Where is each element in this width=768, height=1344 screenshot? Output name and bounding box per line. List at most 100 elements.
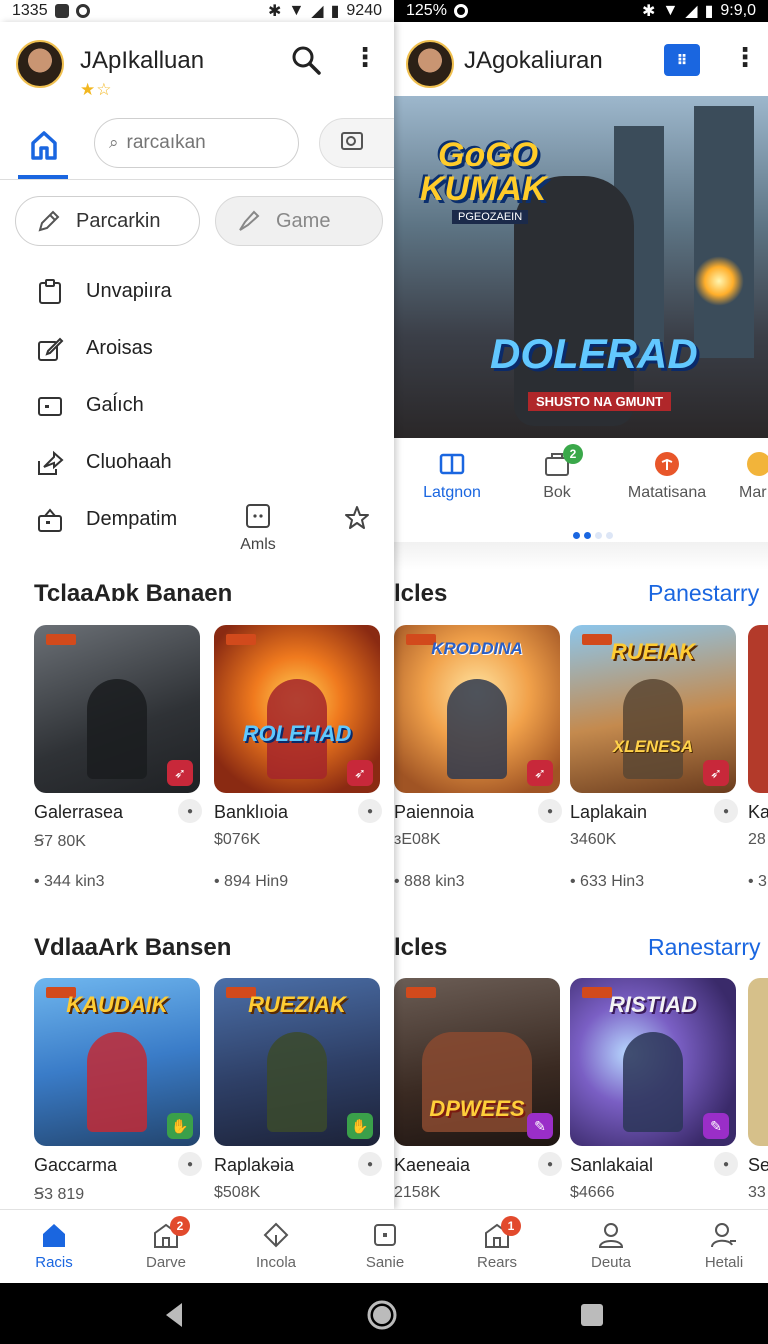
- card-menu-icon[interactable]: ●: [358, 1152, 382, 1176]
- profile-avatar[interactable]: [16, 40, 64, 88]
- target-icon: [653, 450, 681, 478]
- pager-dot: [595, 532, 602, 539]
- star-icon[interactable]: [343, 504, 371, 532]
- nav-item-hetali[interactable]: Hetali: [684, 1220, 764, 1271]
- menu-list: Unvapiıra Aroisas Gaĺıch Cluohaah Dempat…: [0, 263, 394, 548]
- top-app-bar: JApIkalluan ★☆ ⋮: [0, 22, 394, 99]
- person-icon: [596, 1220, 626, 1250]
- back-icon[interactable]: [158, 1299, 190, 1331]
- game-card[interactable]: ➶ Galerrasea ● Ꞩ7 80K • 344 kin3: [34, 625, 202, 890]
- game-thumbnail: ➶: [34, 625, 200, 793]
- card-menu-icon[interactable]: ●: [714, 1152, 738, 1176]
- search-icon: ⌕: [109, 133, 119, 152]
- game-card[interactable]: RUEIAK XLENESA ➶ Laplakain ● 3460K • 633…: [570, 625, 738, 890]
- more-options-icon[interactable]: ⋮: [732, 44, 758, 70]
- card-menu-icon[interactable]: ●: [538, 799, 562, 823]
- wifi-icon: ▼: [662, 2, 679, 19]
- card-price: ᴈE08K: [394, 831, 441, 848]
- square-icon: [370, 1220, 400, 1250]
- pencil-icon: [36, 208, 62, 234]
- bag-icon: 2: [543, 444, 583, 478]
- nav-badge: 1: [501, 1216, 521, 1236]
- card-price: Ꞩ7 80K: [34, 833, 86, 850]
- category-matatisana[interactable]: Matatisana: [622, 450, 712, 502]
- menu-item-aroisas[interactable]: Aroisas: [0, 320, 394, 377]
- game-thumbnail: RISTIAD ✎: [570, 978, 736, 1146]
- menu-item-cluohaah[interactable]: Cluohaah: [0, 434, 394, 491]
- game-card-partial[interactable]: Ka 28 • 3: [748, 625, 768, 905]
- game-card[interactable]: DPWEES ✎ Kaeneaia ● 2158K: [394, 978, 562, 1201]
- nav-label: Racis: [35, 1254, 73, 1271]
- nav-item-racis[interactable]: Racis: [14, 1220, 94, 1271]
- art-text: RISTIAD: [609, 992, 697, 1017]
- status-bar-right: 125% ✱ ▼ ◢ ▮ 9:9,0: [394, 0, 768, 22]
- app-title: JApIkalluan: [80, 47, 205, 74]
- search-input[interactable]: [126, 132, 267, 154]
- game-card[interactable]: RUEZIAK ✋ Raplakəia ● $508K: [214, 978, 382, 1201]
- section-title: lcles: [394, 580, 448, 607]
- menu-label: Gaĺıch: [86, 394, 144, 416]
- menu-item-galich[interactable]: Gaĺıch: [0, 377, 394, 434]
- nav-item-sanie[interactable]: Sanie: [345, 1220, 425, 1271]
- more-options-icon[interactable]: ⋮: [352, 44, 378, 70]
- game-thumbnail: RUEIAK XLENESA ➶: [570, 625, 736, 793]
- clipboard-icon: [36, 278, 64, 306]
- card-name: Ka: [748, 802, 768, 822]
- card-menu-icon[interactable]: ●: [358, 799, 382, 823]
- grid-icon[interactable]: ⠿: [664, 44, 700, 76]
- hero-banner[interactable]: GoGO KUMAK PGEOZAEIN SHUSTO NA GMUNT DOL…: [394, 96, 768, 438]
- hero-tagline: SHUSTO NA GMUNT: [528, 392, 672, 411]
- home-icon: [30, 130, 58, 160]
- game-thumbnail: KRODDINA ➶: [394, 625, 560, 793]
- building-art: [694, 106, 754, 358]
- card-name: Laplakain: [570, 802, 648, 822]
- diamond-icon: [261, 1220, 291, 1250]
- recents-icon[interactable]: [576, 1299, 608, 1331]
- status-right-text: 9240: [346, 2, 382, 19]
- card-menu-icon[interactable]: ●: [178, 799, 202, 823]
- rocket-badge-icon: ➶: [347, 760, 373, 786]
- amls-tile[interactable]: Amls: [232, 502, 284, 554]
- tab-home[interactable]: [18, 118, 68, 179]
- nav-badge: 2: [170, 1216, 190, 1236]
- card-name: Se: [748, 1155, 768, 1175]
- card-menu-icon[interactable]: ●: [538, 1152, 562, 1176]
- image-search-pill[interactable]: [319, 118, 394, 168]
- category-latgnon[interactable]: Latgnon: [412, 450, 492, 502]
- game-card[interactable]: KRODDINA ➶ Paiennoia ● ᴈE08K • 888 kin3: [394, 625, 562, 890]
- menu-item-unvapira[interactable]: Unvapiıra: [0, 263, 394, 320]
- tag-icon: [406, 987, 436, 998]
- menu-label: Cluohaah: [86, 451, 172, 473]
- search-icon[interactable]: [290, 44, 322, 76]
- character-art: [623, 679, 683, 779]
- search-field[interactable]: ⌕: [94, 118, 299, 168]
- category-bok[interactable]: 2 Bok: [522, 444, 592, 502]
- hero-title: DOLERAD: [490, 330, 698, 377]
- chip-parcarkin[interactable]: Parcarkin: [15, 196, 200, 246]
- section-link[interactable]: Panestarry: [648, 580, 759, 607]
- home-icon: [39, 1220, 69, 1250]
- tag-icon: [226, 634, 256, 645]
- nav-item-deuta[interactable]: Deuta: [571, 1220, 651, 1271]
- chip-game[interactable]: Game: [215, 196, 383, 246]
- nav-item-rears[interactable]: 1 Rears: [457, 1216, 537, 1271]
- game-card-partial[interactable]: Se 33: [748, 978, 768, 1209]
- game-card[interactable]: ROLEHAD ➶ Banklıoia ● $076K • 894 Hin9: [214, 625, 382, 890]
- coin-icon: [745, 450, 768, 478]
- hand-badge-icon: ✋: [167, 1113, 193, 1139]
- brush-badge-icon: ✎: [703, 1113, 729, 1139]
- game-card[interactable]: KAUDAIK ✋ Gaccarma ● Ꞩ3 819: [34, 978, 202, 1203]
- card-menu-icon[interactable]: ●: [178, 1152, 202, 1176]
- game-thumbnail: ROLEHAD ➶: [214, 625, 380, 793]
- category-mar[interactable]: Mar: [739, 450, 768, 502]
- profile-avatar[interactable]: [406, 40, 454, 88]
- category-label: Latgnon: [423, 484, 481, 501]
- card-menu-icon[interactable]: ●: [714, 799, 738, 823]
- home-button-icon[interactable]: [366, 1299, 398, 1331]
- nav-item-incola[interactable]: Incola: [236, 1220, 316, 1271]
- section-link[interactable]: Ranestarry: [648, 934, 760, 961]
- menu-item-dempatim[interactable]: Dempatim: [0, 491, 394, 548]
- game-card[interactable]: RISTIAD ✎ Sanlakaial ● $4666: [570, 978, 738, 1201]
- pager-dot-active: [573, 532, 580, 539]
- nav-item-darve[interactable]: 2 Darve: [126, 1216, 206, 1271]
